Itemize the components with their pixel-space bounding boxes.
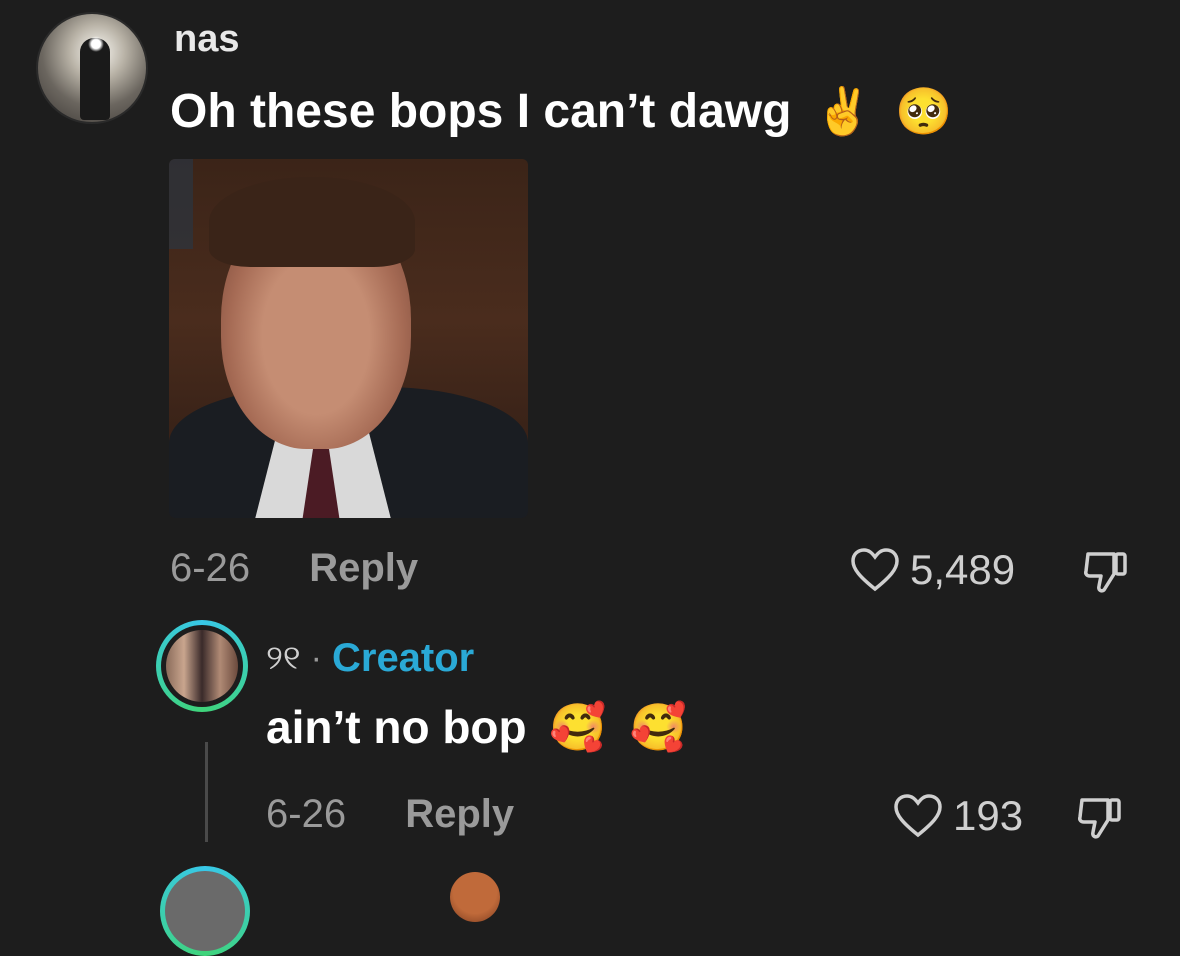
like-button[interactable]: 193	[893, 792, 1023, 840]
dislike-icon[interactable]	[1080, 546, 1132, 598]
reply-date: 6-26	[266, 792, 347, 836]
dislike-icon[interactable]	[1074, 792, 1126, 844]
commenter-avatar[interactable]	[36, 12, 148, 124]
username-text: nas	[174, 18, 240, 60]
reply-meta: 6-26 Reply	[266, 792, 514, 837]
avatar-ring-inner	[165, 871, 245, 951]
like-count: 5,489	[910, 546, 1016, 593]
separator-dot: ·	[310, 639, 322, 677]
avatar-photo	[166, 630, 238, 702]
creator-avatar[interactable]	[156, 620, 248, 712]
reply-username[interactable]: ୨୧	[266, 639, 301, 678]
comment-date: 6-26	[170, 546, 251, 590]
like-count: 193	[953, 792, 1024, 839]
reply-body: ain’t no bop	[266, 701, 527, 753]
heart-icon	[894, 794, 942, 838]
creator-badge: Creator	[331, 636, 475, 680]
comment-meta: 6-26 Reply	[170, 546, 418, 591]
commenter-username[interactable]: nas	[172, 18, 239, 61]
reply-button[interactable]: Reply	[405, 792, 514, 836]
reply-button[interactable]: Reply	[309, 546, 418, 590]
comment-body: Oh these bops I can’t dawg	[170, 85, 792, 138]
smiling-hearts-emoji: 🥰	[629, 701, 687, 753]
like-button[interactable]: 5,489	[850, 546, 1015, 594]
avatar-flash	[88, 36, 104, 52]
reply-header: ୨୧ · Creator	[266, 636, 474, 681]
reply-text: ain’t no bop 🥰 🥰	[266, 700, 687, 755]
victory-hand-emoji: ✌️	[814, 85, 873, 137]
comment-text: Oh these bops I can’t dawg ✌️ 🥺	[170, 84, 953, 139]
next-reply-avatar[interactable]	[160, 866, 250, 956]
heart-icon	[851, 548, 899, 592]
image-background	[169, 159, 193, 249]
comment-image[interactable]	[169, 159, 528, 518]
image-hair	[209, 177, 415, 267]
pleading-face-emoji: 🥺	[895, 85, 953, 137]
smiling-hearts-emoji: 🥰	[549, 701, 607, 753]
partial-emoji	[450, 872, 500, 922]
thread-line	[205, 742, 208, 842]
